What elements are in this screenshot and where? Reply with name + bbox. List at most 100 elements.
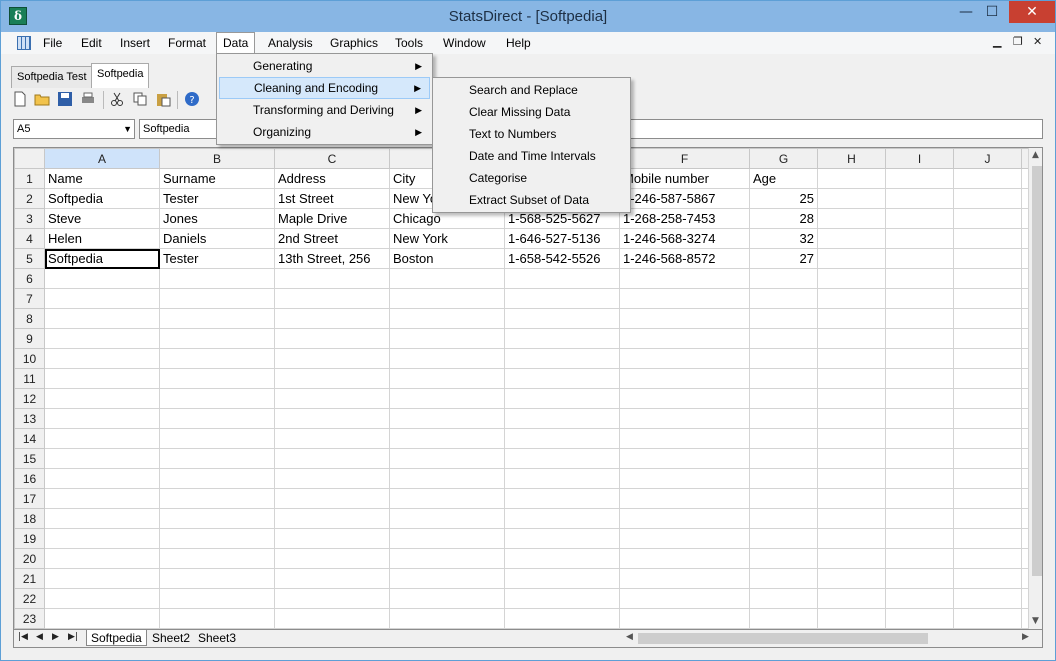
grid-cell[interactable]: [749, 608, 818, 629]
grid-cell[interactable]: [159, 608, 275, 629]
grid-cell[interactable]: [885, 388, 954, 409]
grid-cell[interactable]: 1-246-568-8572: [619, 248, 750, 269]
grid-cell[interactable]: [389, 368, 505, 389]
scroll-thumb[interactable]: [638, 633, 928, 644]
row-header[interactable]: 10: [14, 348, 45, 369]
grid-cell[interactable]: [885, 568, 954, 589]
grid-cell[interactable]: [44, 288, 160, 309]
row-header[interactable]: 11: [14, 368, 45, 389]
grid-cell[interactable]: [885, 208, 954, 229]
grid-cell[interactable]: [159, 268, 275, 289]
grid-cell[interactable]: [389, 488, 505, 509]
grid-cell[interactable]: [885, 428, 954, 449]
grid-cell[interactable]: [885, 168, 954, 189]
grid-cell[interactable]: [749, 428, 818, 449]
row-header[interactable]: 1: [14, 168, 45, 189]
grid-cell[interactable]: [389, 328, 505, 349]
grid-cell[interactable]: [749, 388, 818, 409]
grid-cell[interactable]: [274, 488, 390, 509]
grid-cell[interactable]: [44, 568, 160, 589]
new-file-icon[interactable]: [12, 91, 28, 107]
submenu-item-date-and-time-intervals[interactable]: Date and Time Intervals: [435, 145, 628, 167]
grid-cell[interactable]: Name: [44, 168, 160, 189]
row-header[interactable]: 16: [14, 468, 45, 489]
grid-cell[interactable]: [159, 588, 275, 609]
grid-cell[interactable]: [749, 588, 818, 609]
mdi-close-button[interactable]: ✕: [1033, 35, 1042, 48]
grid-cell[interactable]: [749, 368, 818, 389]
row-header[interactable]: 13: [14, 408, 45, 429]
grid-cell[interactable]: [274, 588, 390, 609]
grid-cell[interactable]: [274, 428, 390, 449]
grid-cell[interactable]: [817, 308, 886, 329]
grid-cell[interactable]: 1-268-258-7453: [619, 208, 750, 229]
grid-cell[interactable]: [159, 548, 275, 569]
grid-cell[interactable]: [504, 268, 620, 289]
grid-cell[interactable]: [953, 328, 1022, 349]
grid-cell[interactable]: 28: [749, 208, 818, 229]
horizontal-scrollbar[interactable]: ◀ ▶: [624, 630, 1042, 647]
last-sheet-icon[interactable]: ▶|: [68, 632, 78, 642]
column-header[interactable]: H: [817, 148, 886, 169]
grid-cell[interactable]: [817, 188, 886, 209]
grid-cell[interactable]: [885, 328, 954, 349]
grid-cell[interactable]: [504, 568, 620, 589]
grid-cell[interactable]: [44, 368, 160, 389]
submenu-item-search-and-replace[interactable]: Search and Replace: [435, 79, 628, 101]
grid-cell[interactable]: [504, 608, 620, 629]
grid-cell[interactable]: [817, 428, 886, 449]
submenu-item-text-to-numbers[interactable]: Text to Numbers: [435, 123, 628, 145]
row-header[interactable]: 21: [14, 568, 45, 589]
grid-cell[interactable]: [817, 328, 886, 349]
minimize-button[interactable]: —: [953, 1, 979, 23]
grid-cell[interactable]: [389, 568, 505, 589]
grid-cell[interactable]: [953, 448, 1022, 469]
grid-cell[interactable]: [749, 308, 818, 329]
grid-cell[interactable]: [504, 488, 620, 509]
sheet-tab-softpedia[interactable]: Softpedia: [86, 630, 147, 646]
grid-cell[interactable]: [953, 548, 1022, 569]
row-header[interactable]: 9: [14, 328, 45, 349]
grid-cell[interactable]: [953, 188, 1022, 209]
mdi-minimize-button[interactable]: ▁: [993, 35, 1001, 48]
grid-cell[interactable]: [159, 568, 275, 589]
grid-cell[interactable]: [274, 508, 390, 529]
grid-cell[interactable]: [885, 288, 954, 309]
grid-cell[interactable]: [953, 348, 1022, 369]
grid-cell[interactable]: [159, 428, 275, 449]
grid-cell[interactable]: [389, 388, 505, 409]
paste-icon[interactable]: [155, 91, 171, 107]
grid-cell[interactable]: [817, 468, 886, 489]
grid-cell[interactable]: [953, 168, 1022, 189]
grid-cell[interactable]: [274, 528, 390, 549]
corner-cell[interactable]: [14, 148, 45, 169]
grid-cell[interactable]: [817, 508, 886, 529]
grid-cell[interactable]: [44, 528, 160, 549]
grid-cell[interactable]: [749, 408, 818, 429]
menu-data[interactable]: Data: [216, 32, 256, 54]
grid-cell[interactable]: [389, 468, 505, 489]
grid-cell[interactable]: [817, 588, 886, 609]
grid-cell[interactable]: Maple Drive: [274, 208, 390, 229]
grid-cell[interactable]: [504, 308, 620, 329]
column-header[interactable]: J: [953, 148, 1022, 169]
grid-cell[interactable]: [817, 228, 886, 249]
mdi-restore-button[interactable]: ❐: [1013, 35, 1023, 48]
grid-cell[interactable]: [274, 388, 390, 409]
grid-cell[interactable]: [619, 288, 750, 309]
grid-cell[interactable]: [274, 268, 390, 289]
grid-cell[interactable]: [44, 388, 160, 409]
submenu-item-categorise[interactable]: Categorise: [435, 167, 628, 189]
grid-cell[interactable]: [619, 368, 750, 389]
grid-cell[interactable]: 2nd Street: [274, 228, 390, 249]
cut-icon[interactable]: [109, 91, 125, 107]
grid-cell[interactable]: 1-246-587-5867: [619, 188, 750, 209]
grid-cell[interactable]: [953, 588, 1022, 609]
row-header[interactable]: 23: [14, 608, 45, 629]
menu-format[interactable]: Format: [162, 32, 212, 54]
grid-cell[interactable]: Steve: [44, 208, 160, 229]
grid-cell[interactable]: Helen: [44, 228, 160, 249]
grid-cell[interactable]: 32: [749, 228, 818, 249]
grid-cell[interactable]: [953, 568, 1022, 589]
grid-cell[interactable]: [504, 588, 620, 609]
